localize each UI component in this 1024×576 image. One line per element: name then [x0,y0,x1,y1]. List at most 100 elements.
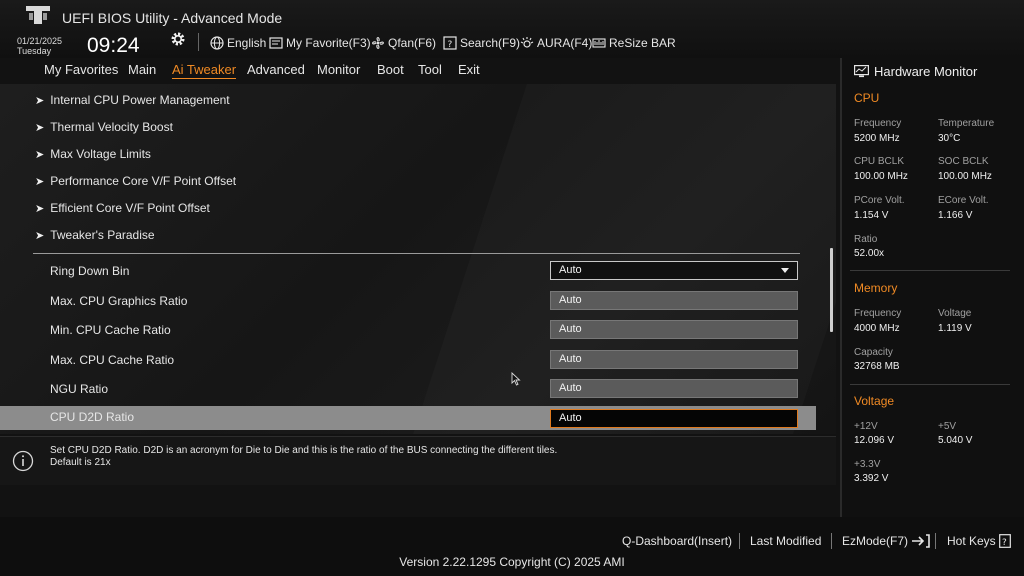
globe-icon [210,36,224,50]
separator [935,533,936,549]
submenu-label: Efficient Core V/F Point Offset [50,201,210,215]
tab-exit[interactable]: Exit [458,62,480,77]
resize-bar-label: ReSize BAR [609,36,676,50]
setting-label: NGU Ratio [50,382,109,396]
v12-label: +12V [854,421,878,432]
chevron-right-icon: ➤ [35,202,45,215]
ezmode-button[interactable]: EzMode(F7) [842,534,931,548]
last-modified-button[interactable]: Last Modified [750,534,821,548]
q-dashboard-button[interactable]: Q-Dashboard(Insert) [622,534,732,548]
tab-main[interactable]: Main [128,62,156,77]
hot-keys-label: Hot Keys [947,534,996,548]
tab-my-favorites[interactable]: My Favorites [44,62,118,77]
submenu-thermal-velocity-boost[interactable]: ➤ Thermal Velocity Boost [35,117,173,137]
submenu-efficient-core-vf-point-offset[interactable]: ➤ Efficient Core V/F Point Offset [35,198,210,218]
pcore-volt-label: PCore Volt. [854,195,905,206]
soc-bclk-label: SOC BCLK [938,156,989,167]
chevron-right-icon: ➤ [35,175,45,188]
help-icon: ? [998,534,1011,548]
tuf-logo-icon [26,6,50,24]
ring-down-bin-dropdown[interactable]: Auto [550,261,798,280]
my-favorite-label: My Favorite(F3) [286,36,371,50]
search-icon: ? [443,36,457,50]
cpu-frequency-label: Frequency [854,118,902,129]
tab-tool[interactable]: Tool [418,62,442,77]
ratio-label: Ratio [854,234,878,245]
ngu-ratio-input[interactable]: Auto [550,379,798,398]
min-cpu-cache-ratio-input[interactable]: Auto [550,320,798,339]
chevron-right-icon: ➤ [35,121,45,134]
cpu-section-heading: CPU [854,91,880,105]
svg-text:?: ? [1002,538,1007,548]
hot-keys-button[interactable]: Hot Keys ? [947,534,1011,548]
max-cpu-graphics-ratio-input[interactable]: Auto [550,291,798,310]
submenu-label: Internal CPU Power Management [50,93,230,107]
tab-monitor[interactable]: Monitor [317,62,360,77]
setting-row-ngu-ratio: NGU Ratio Auto [0,378,816,402]
date-display: 01/21/2025 Tuesday [17,36,62,56]
chevron-right-icon: ➤ [35,229,45,242]
qfan-label: Qfan(F6) [388,36,437,50]
v33-value: 3.392 V [854,473,889,484]
fan-icon [372,37,384,49]
v5-label: +5V [938,421,957,432]
qfan-button[interactable]: Qfan(F6) [371,35,436,51]
setting-row-cpu-d2d-ratio[interactable]: CPU D2D Ratio Auto [0,406,816,430]
submenu-internal-cpu-power-management[interactable]: ➤ Internal CPU Power Management [35,90,230,110]
soc-bclk-value: 100.00 MHz [938,171,992,182]
footer-bar: Q-Dashboard(Insert) Last Modified EzMode… [0,517,1024,576]
separator [739,533,740,549]
cpu-d2d-ratio-input[interactable]: Auto [550,409,798,428]
search-label: Search(F9) [460,36,521,50]
language-button[interactable]: English [210,35,266,51]
separator [831,533,832,549]
ecore-volt-label: ECore Volt. [938,195,989,206]
submenu-max-voltage-limits[interactable]: ➤ Max Voltage Limits [35,144,151,164]
cpu-temperature-label: Temperature [938,118,995,129]
ecore-volt-value: 1.166 V [938,210,973,221]
separator [198,33,199,51]
tab-ai-tweaker[interactable]: Ai Tweaker [172,62,237,79]
voltage-section-heading: Voltage [854,394,895,408]
settings-panel: ➤ Internal CPU Power Management ➤ Therma… [0,84,836,434]
help-text: Set CPU D2D Ratio. D2D is an acronym for… [50,445,558,468]
setting-label: CPU D2D Ratio [50,410,135,424]
dropdown-value: Auto [559,264,582,276]
setting-row-max-cpu-cache-ratio: Max. CPU Cache Ratio Auto [0,349,816,373]
ratio-value: 52.00x [854,248,885,259]
setting-label: Max. CPU Cache Ratio [50,353,175,367]
exit-arrow-icon [912,534,930,548]
main-nav: My Favorites Main Ai Tweaker Advanced Mo… [0,60,836,82]
submenu-label: Max Voltage Limits [50,147,151,161]
top-bar: UEFI BIOS Utility - Advanced Mode 01/21/… [0,0,1024,58]
version-text: Version 2.22.1295 Copyright (C) 2025 AMI [399,555,625,569]
hardware-monitor-title: Hardware Monitor [854,64,977,79]
search-button[interactable]: ? Search(F9) [443,35,520,51]
setting-row-ring-down-bin: Ring Down Bin Auto [0,260,816,284]
resize-bar-button[interactable]: ReSize BAR [592,35,676,51]
submenu-performance-core-vf-point-offset[interactable]: ➤ Performance Core V/F Point Offset [35,171,236,191]
my-favorite-button[interactable]: My Favorite(F3) [269,35,371,51]
memory-voltage-label: Voltage [938,308,972,319]
tab-advanced[interactable]: Advanced [247,62,305,77]
setting-label: Min. CPU Cache Ratio [50,323,171,337]
cpu-bclk-value: 100.00 MHz [854,171,908,182]
max-cpu-cache-ratio-input[interactable]: Auto [550,350,798,369]
tab-boot[interactable]: Boot [377,62,404,77]
memory-voltage-value: 1.119 V [938,323,972,334]
favorite-icon [269,37,283,49]
submenu-label: Performance Core V/F Point Offset [50,174,237,188]
gear-icon[interactable] [170,31,186,47]
cpu-frequency-value: 5200 MHz [854,133,900,144]
svg-text:?: ? [448,40,453,50]
aura-label: AURA(F4) [537,36,593,50]
help-bar: Set CPU D2D Ratio. D2D is an acronym for… [0,436,836,485]
submenu-tweakers-paradise[interactable]: ➤ Tweaker's Paradise [35,225,155,245]
cpu-temperature-value: 30°C [938,133,961,144]
hardware-monitor-label: Hardware Monitor [874,64,978,79]
scrollbar[interactable] [830,248,833,332]
language-label: English [227,36,267,50]
setting-row-min-cpu-cache-ratio: Min. CPU Cache Ratio Auto [0,319,816,343]
date-text: 01/21/2025 [17,36,63,46]
aura-button[interactable]: AURA(F4) [520,35,592,51]
